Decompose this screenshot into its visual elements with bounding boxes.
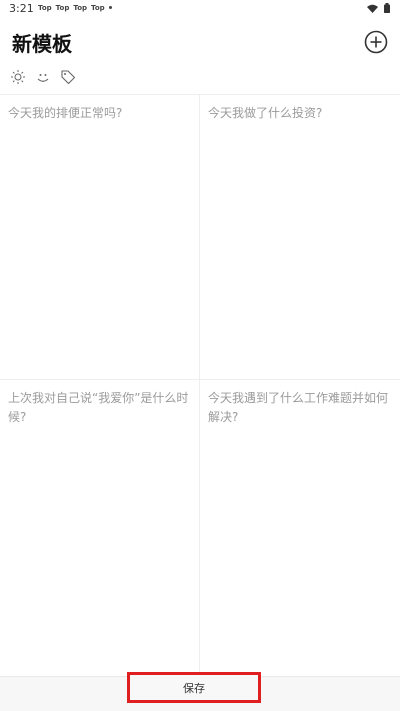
- save-button[interactable]: 保存: [127, 672, 261, 703]
- status-bar: 3:21 Top Top Top Top: [0, 0, 400, 18]
- prompt-grid: 今天我的排便正常吗? 今天我做了什么投资? 上次我对自己说“我爱你”是什么时候?…: [0, 94, 400, 677]
- prompt-cell[interactable]: 今天我的排便正常吗?: [0, 95, 200, 380]
- status-time: 3:21: [9, 2, 34, 15]
- plus-circle-icon[interactable]: [364, 30, 388, 54]
- notification-label: Top: [38, 4, 52, 12]
- notification-label: Top: [55, 4, 70, 12]
- page-title: 新模板: [12, 32, 72, 56]
- prompt-cell[interactable]: 今天我遇到了什么工作难题并如何解决?: [200, 380, 400, 677]
- prompt-cell[interactable]: 上次我对自己说“我爱你”是什么时候?: [0, 380, 200, 677]
- notification-label: Top: [73, 4, 88, 12]
- notification-label: Top: [91, 4, 105, 12]
- prompt-cell[interactable]: 今天我做了什么投资?: [200, 95, 400, 380]
- notification-dot: [108, 6, 112, 9]
- status-notifications: Top Top Top Top: [38, 4, 112, 12]
- toolbar: [10, 69, 76, 85]
- battery-icon: [384, 3, 390, 13]
- status-icons: [367, 3, 390, 13]
- sun-icon[interactable]: [10, 69, 26, 85]
- wifi-icon: [367, 4, 378, 13]
- tag-icon[interactable]: [60, 69, 76, 85]
- mood-face-icon[interactable]: [35, 69, 51, 85]
